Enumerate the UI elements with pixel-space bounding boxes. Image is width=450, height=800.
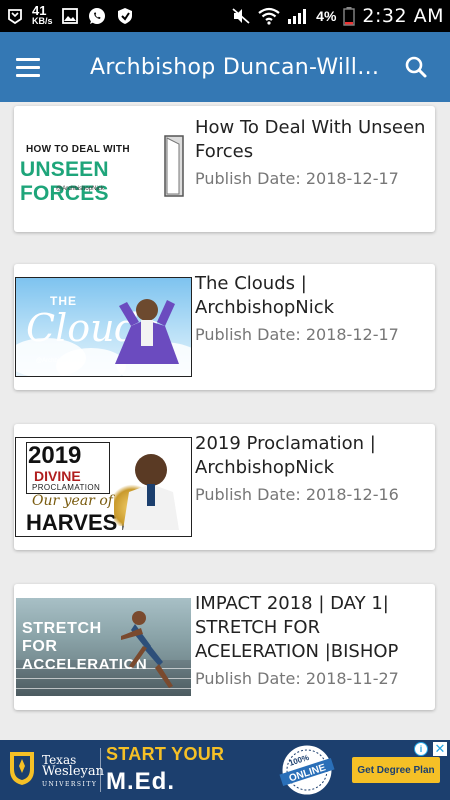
thumb-text: HOW TO DEAL WITH — [26, 144, 130, 155]
thumb-text: FOR — [22, 638, 58, 655]
thumb-text: DIVINE — [34, 468, 81, 484]
video-title: How To Deal With Unseen Forces — [195, 117, 426, 162]
search-icon — [405, 56, 427, 78]
thumb-text: 2019 — [28, 442, 82, 469]
video-card[interactable]: HOW TO DEAL WITH UNSEEN FORCES @Archbish… — [14, 106, 435, 232]
video-publish-date: Publish Date: 2018-12-17 — [195, 325, 399, 344]
status-left-icons: 41 KB/s — [6, 3, 231, 26]
mute-icon — [231, 7, 251, 25]
university-seal-icon — [10, 752, 34, 785]
video-title: IMPACT 2018 | DAY 1| STRETCH FOR ACELERA… — [195, 593, 399, 662]
signal-icon — [287, 7, 309, 25]
online-badge-icon: ONLINE 100% — [279, 742, 335, 798]
video-thumbnail: STRETCH FOR ACCELERATION — [16, 598, 191, 696]
ad-headline: START YOUR — [106, 744, 225, 764]
video-thumbnail: THE Clouds @ArchbishopNick — [15, 277, 192, 377]
video-thumbnail: HOW TO DEAL WITH UNSEEN FORCES @Archbish… — [16, 120, 191, 218]
video-info: The Clouds | ArchbishopNick Publish Date… — [195, 272, 431, 346]
menu-button[interactable] — [16, 49, 52, 85]
thumb-text: Our year of — [32, 493, 113, 509]
status-bar: 41 KB/s 4% 2:32 AM — [0, 0, 450, 32]
ad-close-icon[interactable]: ✕ — [433, 742, 447, 756]
ad-school-name: Texas Wesleyan UNIVERSITY — [42, 754, 104, 791]
wifi-icon — [258, 7, 280, 25]
ad-info-icon[interactable]: i — [414, 742, 428, 756]
image-icon — [61, 7, 79, 25]
tv-badge-icon — [6, 7, 24, 25]
video-list: HOW TO DEAL WITH UNSEEN FORCES @Archbish… — [0, 102, 450, 740]
ad-divider — [100, 748, 101, 792]
whatsapp-icon — [87, 6, 107, 26]
hamburger-menu-icon — [16, 57, 40, 61]
search-button[interactable] — [398, 49, 434, 85]
clock: 2:32 AM — [362, 5, 444, 27]
video-publish-date: Publish Date: 2018-12-17 — [195, 169, 399, 188]
runner-figure — [121, 611, 173, 688]
battery-percent: 4% — [316, 8, 337, 24]
video-card[interactable]: STRETCH FOR ACCELERATION IMPACT 2018 | D… — [14, 584, 435, 710]
video-info: 2019 Proclamation | ArchbishopNick Publi… — [195, 432, 431, 506]
video-card[interactable]: 2019 DIVINE PROCLAMATION Our year of HAR… — [14, 424, 435, 550]
ad-banner[interactable]: Texas Wesleyan UNIVERSITY START YOUR M.E… — [0, 740, 450, 800]
thumb-text: PROCLAMATION — [32, 483, 101, 492]
network-speed-unit: KB/s — [32, 16, 53, 26]
battery-icon — [343, 6, 356, 26]
ad-school-line: Wesleyan — [42, 764, 104, 779]
preacher-figure — [115, 299, 179, 364]
network-speed: 41 KB/s — [32, 3, 53, 26]
vpn-shield-icon — [115, 6, 135, 26]
ad-cta-button[interactable]: Get Degree Plan — [352, 757, 440, 783]
door-icon — [164, 135, 184, 197]
video-publish-date: Publish Date: 2018-12-16 — [195, 485, 399, 504]
video-thumbnail: 2019 DIVINE PROCLAMATION Our year of HAR… — [15, 437, 192, 537]
thumb-text: STRETCH — [22, 620, 102, 637]
app-title: Archbishop Duncan-Williams — [90, 54, 384, 80]
app-bar: Archbishop Duncan-Williams — [0, 32, 450, 102]
network-speed-value: 41 — [32, 3, 47, 18]
video-title: The Clouds | ArchbishopNick — [195, 273, 335, 318]
ad-subhead: M.Ed. — [106, 768, 175, 795]
preacher-figure — [123, 454, 179, 530]
status-right-icons: 4% 2:32 AM — [231, 5, 444, 27]
video-card[interactable]: THE Clouds @ArchbishopNick The Clouds | … — [14, 264, 435, 390]
video-title: 2019 Proclamation | ArchbishopNick — [195, 433, 376, 478]
video-publish-date: Publish Date: 2018-11-27 — [195, 669, 399, 688]
thumb-text: @ArchbishopNick — [36, 358, 84, 364]
thumb-text: @ArchbishopNick — [56, 186, 104, 192]
ad-school-line: UNIVERSITY — [42, 781, 98, 788]
video-info: IMPACT 2018 | DAY 1| STRETCH FOR ACELERA… — [195, 592, 431, 690]
video-info: How To Deal With Unseen Forces Publish D… — [195, 116, 431, 190]
